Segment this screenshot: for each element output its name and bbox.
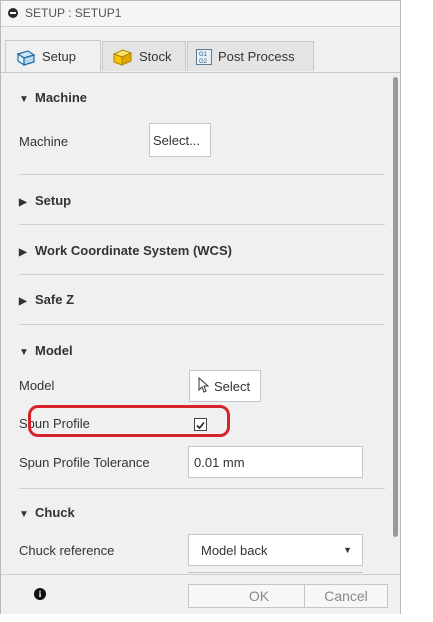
chuck-reference-value: Model back	[201, 542, 268, 558]
post-process-icon: G1 G2	[196, 48, 212, 65]
tab-setup-label: Setup	[42, 49, 76, 64]
tab-stock-label: Stock	[139, 49, 172, 64]
section-chuck-header[interactable]: ▼ Chuck	[19, 505, 75, 520]
scrollbar-thumb[interactable]	[393, 77, 398, 537]
machine-select-button[interactable]: Select...	[149, 123, 211, 157]
tab-post-process[interactable]: G1 G2 Post Process	[187, 41, 314, 71]
section-setup-header[interactable]: ▶ Setup	[19, 193, 71, 208]
cancel-button[interactable]: Cancel	[304, 584, 388, 608]
stock-icon	[111, 48, 133, 66]
model-label: Model	[19, 378, 55, 393]
model-select-button[interactable]: Select	[189, 370, 261, 402]
divider	[19, 488, 385, 489]
spun-profile-tolerance-input[interactable]: 0.01 mm	[188, 446, 363, 478]
tab-setup[interactable]: Setup	[5, 40, 101, 72]
info-icon[interactable]: i	[34, 588, 46, 600]
divider	[19, 274, 385, 275]
tab-bar: Setup Stock G1 G2 Post Process	[1, 27, 400, 73]
cursor-arrow-icon	[198, 376, 210, 396]
divider	[19, 174, 385, 175]
section-machine-header[interactable]: ▼ Machine	[19, 90, 87, 105]
setup-icon	[14, 48, 36, 66]
vertical-scrollbar[interactable]	[391, 73, 400, 573]
dialog-title: SETUP : SETUP1	[25, 6, 122, 20]
section-model-header[interactable]: ▼ Model	[19, 343, 73, 358]
chuck-reference-label: Chuck reference	[19, 543, 115, 558]
section-wcs-header[interactable]: ▶ Work Coordinate System (WCS)	[19, 243, 232, 258]
expanded-triangle-icon: ▼	[19, 509, 29, 520]
machine-label: Machine	[19, 134, 69, 149]
expanded-triangle-icon: ▼	[19, 347, 29, 358]
collapsed-triangle-icon: ▶	[19, 197, 27, 208]
model-select-label: Select	[214, 378, 251, 394]
spun-profile-tolerance-label: Spun Profile Tolerance	[19, 455, 150, 470]
spun-profile-highlight	[28, 405, 230, 437]
divider	[19, 324, 385, 325]
minimize-icon[interactable]	[8, 8, 18, 18]
settings-panel: ▼ Machine Machine Select... ▶ Setup ▶ Work …	[1, 73, 400, 573]
section-setup-title: Setup	[35, 193, 72, 208]
section-safez-header[interactable]: ▶ Safe Z	[19, 292, 74, 307]
expanded-triangle-icon: ▼	[19, 94, 29, 105]
section-safez-title: Safe Z	[35, 292, 75, 307]
svg-text:G1: G1	[199, 52, 208, 58]
tab-stock[interactable]: Stock	[102, 41, 186, 71]
setup-dialog: SETUP : SETUP1 Setup Stock G1 G2 Post Pr…	[0, 0, 401, 614]
section-wcs-title: Work Coordinate System (WCS)	[35, 243, 232, 258]
divider	[19, 224, 385, 225]
collapsed-triangle-icon: ▶	[19, 296, 27, 307]
title-bar[interactable]: SETUP : SETUP1	[1, 1, 400, 27]
dropdown-arrow-icon: ▼	[343, 545, 352, 555]
collapsed-triangle-icon: ▶	[19, 247, 27, 258]
svg-text:G2: G2	[199, 59, 208, 65]
section-machine-title: Machine	[35, 90, 88, 105]
partially-visible-field[interactable]	[188, 572, 363, 573]
tab-post-process-label: Post Process	[218, 49, 295, 64]
section-model-title: Model	[35, 343, 73, 358]
section-chuck-title: Chuck	[35, 505, 75, 520]
chuck-reference-select[interactable]: Model back ▼	[188, 534, 363, 566]
